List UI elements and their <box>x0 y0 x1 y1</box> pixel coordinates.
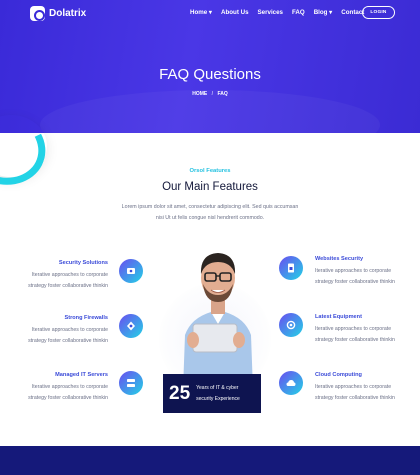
feature-desc-managed-it-servers: Iterative approaches to corporate strate… <box>28 384 108 401</box>
feature-title-websites-security[interactable]: Websites Security <box>315 256 363 262</box>
feature-desc-strong-firewalls: Iterative approaches to corporate strate… <box>28 327 108 344</box>
document-lock-icon <box>279 256 303 280</box>
next-section-band <box>0 446 420 475</box>
experience-years: 25 <box>169 382 191 404</box>
page-hero: Dolatrix Home ▾ About Us Services FAQ Bl… <box>0 0 420 133</box>
section-title: Our Main Features <box>162 181 258 193</box>
logo-icon <box>30 6 45 21</box>
feature-desc-cloud-computing: Iterative approaches to corporate strate… <box>315 384 395 401</box>
breadcrumb-home[interactable]: HOME <box>192 91 207 97</box>
feature-title-managed-it-servers[interactable]: Managed IT Servers <box>28 372 108 378</box>
cloud-icon <box>279 371 303 395</box>
shield-lock-icon <box>119 259 143 283</box>
feature-title-strong-firewalls[interactable]: Strong Firewalls <box>28 315 108 321</box>
person-photo <box>183 253 253 390</box>
firewall-icon <box>119 314 143 338</box>
nav-item-services[interactable]: Services <box>258 9 283 16</box>
breadcrumb-separator: / <box>211 91 214 97</box>
login-button[interactable]: LOGIN <box>362 6 395 19</box>
section-description: Lorem ipsum dolor sit amet, consectetur … <box>121 204 299 221</box>
brand-name: Dolatrix <box>49 8 87 19</box>
nav-item-faq[interactable]: FAQ <box>292 9 305 16</box>
server-icon <box>119 371 143 395</box>
feature-desc-latest-equipment: Iterative approaches to corporate strate… <box>315 326 395 343</box>
section-eyebrow: Orsol Features <box>189 168 231 174</box>
experience-badge: 25 Years of IT & cyber security Experien… <box>163 374 261 413</box>
nav-item-about[interactable]: About Us <box>221 9 249 16</box>
experience-line-1: Years of IT & cyber <box>196 384 239 391</box>
experience-text: Years of IT & cyber security Experience <box>196 383 240 405</box>
main-nav: Home ▾ About Us Services FAQ Blog ▾ Cont… <box>190 9 373 16</box>
brand-logo[interactable]: Dolatrix <box>30 6 86 21</box>
breadcrumb: HOME / FAQ <box>0 91 420 97</box>
breadcrumb-current: FAQ <box>217 91 228 97</box>
nav-item-contact[interactable]: Contact <box>341 9 364 16</box>
nav-item-blog[interactable]: Blog ▾ <box>314 9 333 16</box>
page-title: FAQ Questions <box>159 66 261 83</box>
feature-title-latest-equipment[interactable]: Latest Equipment <box>315 314 362 320</box>
feature-desc-websites-security: Iterative approaches to corporate strate… <box>315 268 395 285</box>
feature-title-security-solutions[interactable]: Security Solutions <box>28 260 108 266</box>
gear-shield-icon <box>279 313 303 337</box>
feature-title-cloud-computing[interactable]: Cloud Computing <box>315 372 362 378</box>
nav-item-home[interactable]: Home ▾ <box>190 9 212 16</box>
feature-desc-security-solutions: Iterative approaches to corporate strate… <box>28 272 108 289</box>
experience-line-2: security Experience <box>196 395 240 402</box>
